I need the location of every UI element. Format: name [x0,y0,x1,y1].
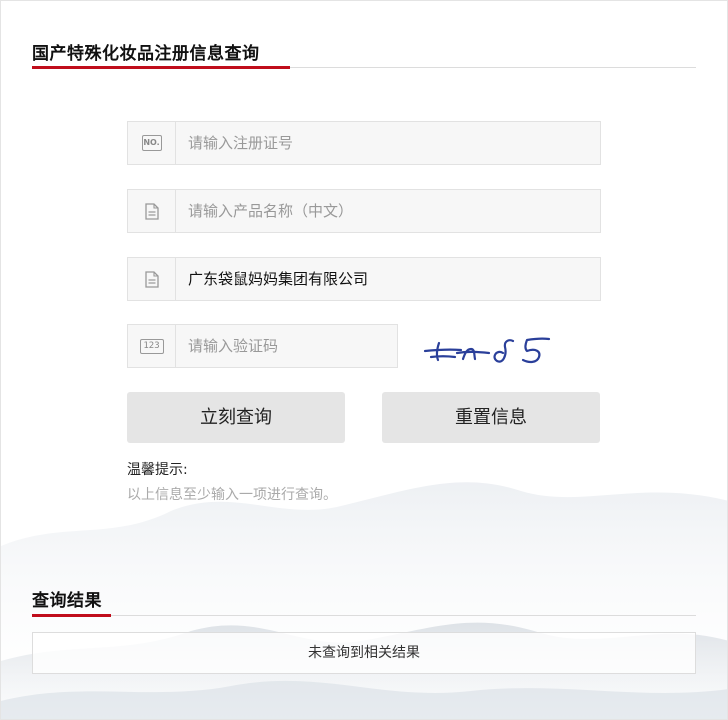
results-divider [32,615,696,616]
results-box: 未查询到相关结果 [32,632,696,674]
query-button[interactable]: 立刻查询 [127,392,345,443]
no-badge-icon: NO. [141,135,162,151]
company-value: 广东袋鼠妈妈集团有限公司 [188,270,369,288]
reg-no-field[interactable]: NO. 请输入注册证号 [127,121,601,165]
no-results-message: 未查询到相关结果 [308,645,420,661]
tip-text: 以上信息至少输入一项进行查询。 [127,487,337,503]
captcha-image[interactable] [421,331,566,371]
company-icon-cell [128,258,176,300]
page-frame: 国产特殊化妆品注册信息查询 NO. 请输入注册证号 请输入产品名称（中文） 广东… [0,0,728,720]
product-name-icon-cell [128,190,176,232]
reg-no-placeholder: 请输入注册证号 [188,134,294,152]
company-field[interactable]: 广东袋鼠妈妈集团有限公司 [127,257,601,301]
document-icon [144,270,159,288]
reset-button[interactable]: 重置信息 [382,392,600,443]
captcha-placeholder: 请输入验证码 [188,337,279,355]
reg-no-icon-cell: NO. [128,122,176,164]
document-icon [144,202,159,220]
results-section-title: 查询结果 [32,591,102,611]
captcha-field[interactable]: 123 请输入验证码 [127,324,398,368]
query-section-title: 国产特殊化妆品注册信息查询 [32,44,260,64]
tip-title: 温馨提示: [127,462,188,478]
results-accent-bar [32,614,111,617]
product-name-field[interactable]: 请输入产品名称（中文） [127,189,601,233]
number-pad-icon: 123 [139,338,164,354]
product-name-placeholder: 请输入产品名称（中文） [188,202,354,220]
title-accent-bar [32,66,290,69]
captcha-icon-cell: 123 [128,325,176,367]
